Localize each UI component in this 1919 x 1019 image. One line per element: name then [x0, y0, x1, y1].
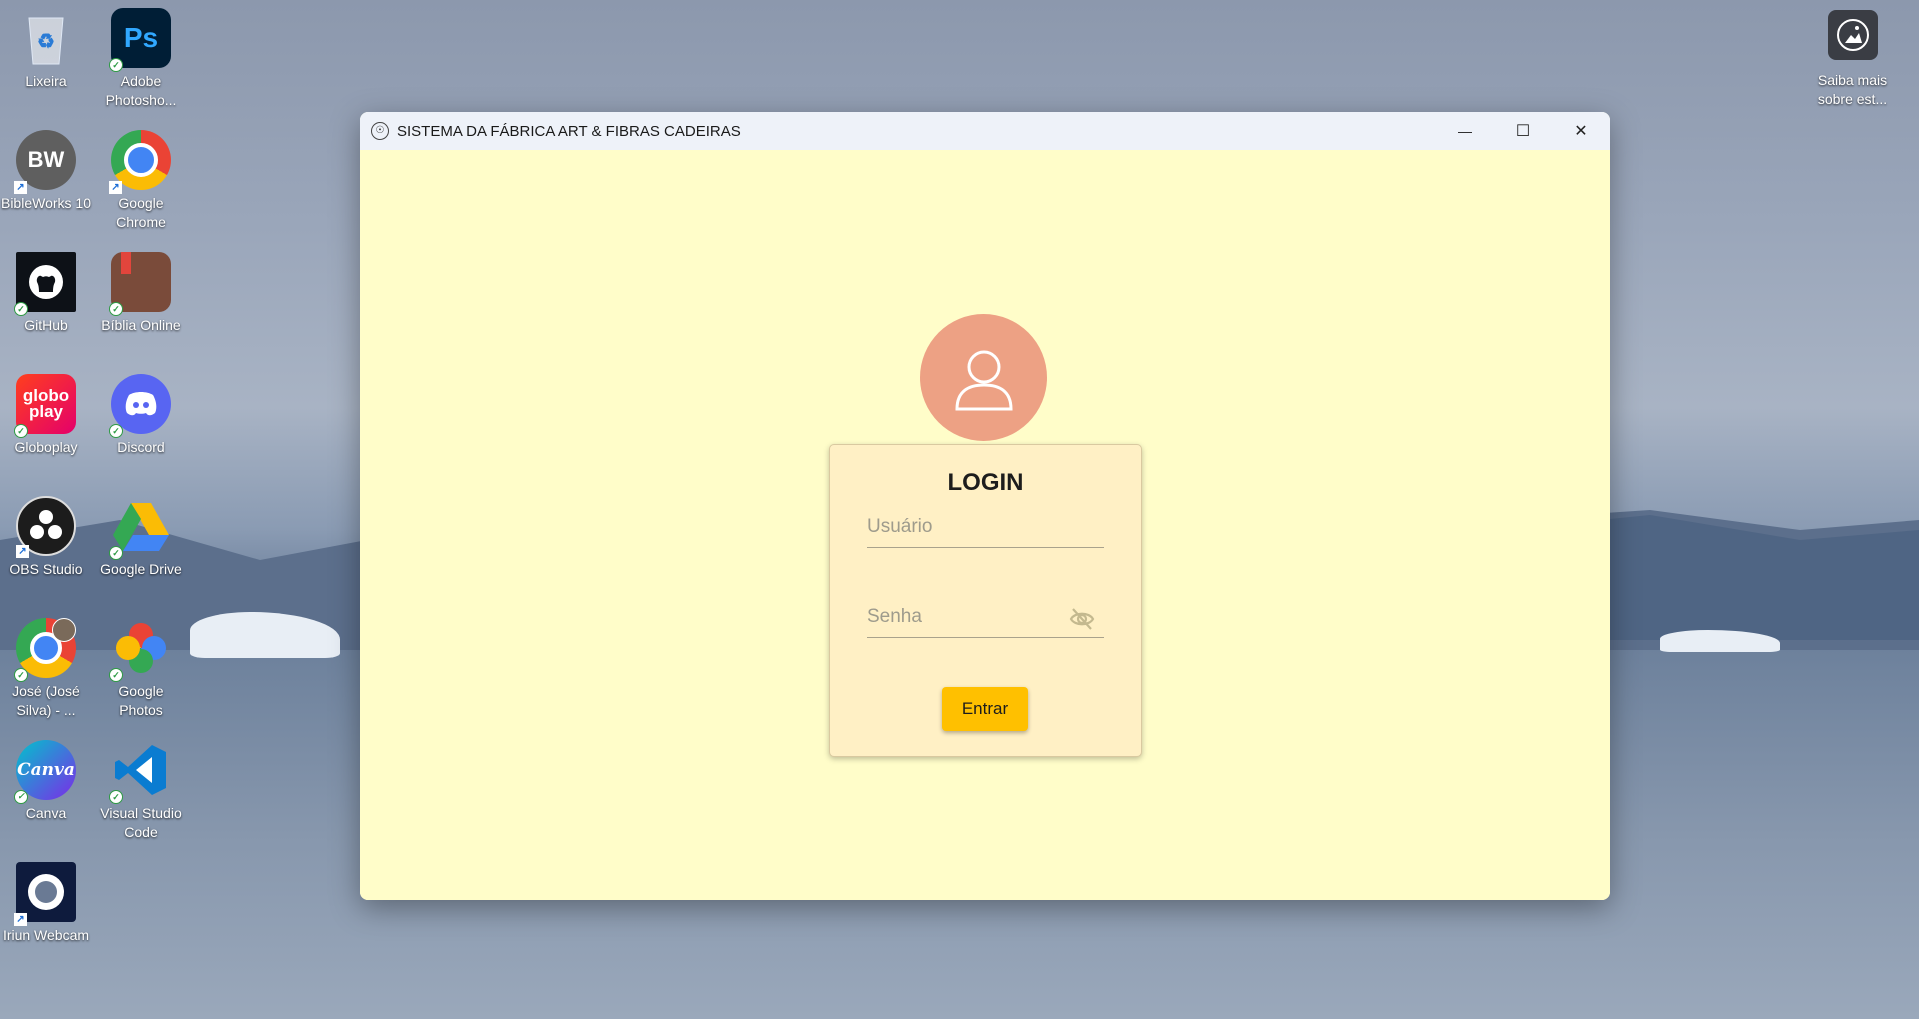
iriun-webcam-icon: ↗: [14, 862, 76, 926]
globoplay-icon-text: globo play: [22, 386, 70, 421]
window-titlebar[interactable]: ☉ SISTEMA DA FÁBRICA ART & FIBRAS CADEIR…: [360, 112, 1610, 150]
shortcut-arrow-icon: ↗: [16, 545, 29, 558]
sync-ok-icon: ✓: [109, 58, 123, 72]
desktop-icon-label: José (José Silva) - ...: [12, 683, 80, 718]
bibleworks-icon: BW ↗: [14, 130, 76, 194]
github-icon: ✓: [14, 252, 76, 316]
desktop-icon-vscode[interactable]: ✓ Visual Studio Code: [95, 740, 187, 842]
desktop-icon-label: Google Photos: [118, 683, 164, 718]
globoplay-icon: globo play ✓: [14, 374, 76, 438]
desktop-icon-label: Bíblia Online: [101, 317, 181, 333]
chrome-icon: ↗: [109, 130, 171, 194]
bibleworks-icon-text: BW: [27, 147, 65, 172]
desktop-icon-obs[interactable]: ↗ OBS Studio: [0, 496, 92, 579]
desktop-icon-chrome-profile[interactable]: ✓ José (José Silva) - ...: [0, 618, 92, 720]
desktop-icon-globoplay[interactable]: globo play ✓ Globoplay: [0, 374, 92, 457]
desktop-icon-iriun-webcam[interactable]: ↗ Iriun Webcam: [0, 862, 92, 945]
sync-ok-icon: ✓: [14, 668, 28, 682]
desktop-icon-label: Globoplay: [14, 439, 78, 455]
desktop-icon-label: Google Chrome: [116, 195, 166, 230]
desktop-icon-lixeira[interactable]: ♻ Lixeira: [0, 8, 92, 91]
sync-ok-icon: ✓: [109, 302, 123, 316]
desktop-icon-label: Google Drive: [100, 561, 182, 577]
biblia-online-icon: ✓: [109, 252, 171, 316]
username-input[interactable]: [867, 509, 1104, 545]
enter-button[interactable]: Entrar: [942, 687, 1028, 731]
password-field: [867, 599, 1104, 638]
sync-ok-icon: ✓: [109, 790, 123, 804]
login-title: LOGIN: [947, 469, 1024, 496]
desktop-icon-github[interactable]: ✓ GitHub: [0, 252, 92, 335]
sync-ok-icon: ✓: [109, 668, 123, 682]
user-icon: [954, 350, 1013, 410]
desktop-icon-canva[interactable]: Canva ✓ Canva: [0, 740, 92, 823]
google-drive-icon: ✓: [109, 496, 171, 560]
svg-text:♻: ♻: [37, 31, 55, 53]
minimize-button[interactable]: —: [1436, 112, 1494, 150]
desktop-icon-label: Adobe Photosho...: [105, 73, 177, 108]
desktop-icon-label: OBS Studio: [9, 561, 83, 577]
shortcut-arrow-icon: ↗: [14, 913, 27, 926]
desktop-icon-label: BibleWorks 10: [0, 195, 91, 211]
username-field: [867, 509, 1104, 548]
window-title: SISTEMA DA FÁBRICA ART & FIBRAS CADEIRAS: [397, 122, 741, 140]
desktop-icon-photoshop[interactable]: Ps ✓ Adobe Photosho...: [95, 8, 187, 110]
obs-icon: ↗: [16, 496, 76, 558]
eye-off-icon[interactable]: [1068, 605, 1096, 633]
app-window: ☉ SISTEMA DA FÁBRICA ART & FIBRAS CADEIR…: [360, 112, 1610, 900]
canva-icon: Canva ✓: [14, 740, 76, 804]
desktop-icon-chrome[interactable]: ↗ Google Chrome: [95, 130, 187, 232]
desktop-icon-label: Canva: [25, 805, 67, 821]
photoshop-icon: Ps ✓: [109, 8, 171, 72]
shortcut-arrow-icon: ↗: [109, 181, 122, 194]
desktop-icon-label: Discord: [117, 439, 165, 455]
canva-icon-text: Canva: [17, 760, 75, 780]
discord-icon: ✓: [109, 374, 171, 438]
desktop-icon-label: Lixeira: [25, 73, 67, 89]
desktop-icon-label: Visual Studio Code: [100, 805, 182, 840]
recycle-bin-icon: ♻: [16, 8, 76, 68]
shortcut-arrow-icon: ↗: [14, 181, 27, 194]
login-card: LOGIN Entrar: [829, 444, 1142, 757]
sync-ok-icon: ✓: [14, 302, 28, 316]
google-photos-icon: ✓: [109, 618, 171, 682]
vscode-icon: ✓: [109, 740, 171, 804]
photoshop-icon-text: Ps: [123, 22, 159, 53]
chrome-profile-icon: ✓: [14, 618, 76, 682]
desktop-icon-label: GitHub: [24, 317, 68, 333]
desktop-icon-google-photos[interactable]: ✓ Google Photos: [95, 618, 187, 720]
spotlight-icon: [1827, 10, 1878, 60]
desktop-icon-label: Saiba mais sobre est...: [1817, 72, 1888, 107]
maximize-button[interactable]: ☐: [1494, 112, 1552, 150]
sync-ok-icon: ✓: [14, 424, 28, 438]
sync-ok-icon: ✓: [109, 546, 123, 560]
sync-ok-icon: ✓: [14, 790, 28, 804]
desktop-icon-label: Iriun Webcam: [2, 927, 90, 943]
login-screen: LOGIN Entrar: [360, 150, 1610, 900]
close-button[interactable]: ✕: [1552, 112, 1610, 150]
desktop-icon-biblia-online[interactable]: ✓ Bíblia Online: [95, 252, 187, 335]
app-icon: ☉: [371, 122, 389, 140]
desktop-icon-spotlight[interactable]: Saiba mais sobre est...: [1800, 10, 1905, 109]
desktop-icon-bibleworks[interactable]: BW ↗ BibleWorks 10: [0, 130, 92, 213]
password-input[interactable]: [867, 599, 1067, 635]
user-avatar: [920, 314, 1047, 441]
desktop-icon-google-drive[interactable]: ✓ Google Drive: [95, 496, 187, 579]
sync-ok-icon: ✓: [109, 424, 123, 438]
desktop-icon-discord[interactable]: ✓ Discord: [95, 374, 187, 457]
